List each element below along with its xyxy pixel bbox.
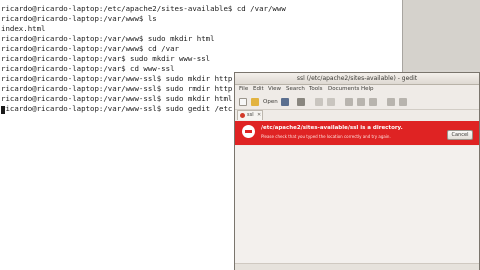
terminal-cursor [1, 106, 5, 114]
error-tab-icon [240, 113, 245, 118]
terminal-line: ricardo@ricardo-laptop:/var/www-ssl$ sud… [1, 84, 233, 93]
error-detail: Please check that you typed the location… [261, 134, 391, 139]
redo-icon[interactable] [327, 98, 335, 106]
gedit-window[interactable]: ssl (/etc/apache2/sites-available) - ged… [234, 72, 480, 270]
tab-label: ssl [247, 112, 254, 118]
replace-icon[interactable] [399, 98, 407, 106]
error-icon [242, 125, 255, 138]
search-icon[interactable] [387, 98, 395, 106]
menu-help[interactable]: Help [361, 85, 374, 94]
menubar: File Edit View Search Tools Documents He… [235, 85, 479, 94]
tab-ssl[interactable]: ssl ✕ [237, 110, 263, 120]
terminal-line: ricardo@ricardo-laptop:/var/www-ssl$ sud… [1, 94, 233, 103]
menu-view[interactable]: View [268, 85, 281, 94]
cancel-button[interactable]: Cancel [447, 130, 473, 140]
editor-area[interactable] [235, 146, 479, 263]
copy-icon[interactable] [357, 98, 365, 106]
toolbar: Open [235, 95, 479, 110]
desktop-background [403, 0, 480, 70]
terminal-line: ricardo@ricardo-laptop:/var/www$ cd /var [1, 44, 179, 53]
menu-tools[interactable]: Tools [309, 85, 323, 94]
status-bar [235, 263, 479, 270]
save-icon[interactable] [281, 98, 289, 106]
terminal-line: ricardo@ricardo-laptop:/var$ sudo mkdir … [1, 54, 211, 63]
error-title: /etc/apache2/sites-available/ssl is a di… [261, 125, 403, 131]
paste-icon[interactable] [369, 98, 377, 106]
terminal-line: index.html [1, 24, 46, 33]
cut-icon[interactable] [345, 98, 353, 106]
window-title: ssl (/etc/apache2/sites-available) - ged… [296, 75, 418, 82]
menu-edit[interactable]: Edit [253, 85, 264, 94]
close-icon[interactable]: ✕ [257, 111, 261, 120]
new-document-icon[interactable] [239, 98, 247, 106]
open-folder-icon[interactable] [251, 98, 259, 106]
menu-file[interactable]: File [239, 85, 248, 94]
tab-bar: ssl ✕ [235, 109, 479, 120]
window-titlebar[interactable]: ssl (/etc/apache2/sites-available) - ged… [235, 73, 479, 85]
terminal-line: ricardo@ricardo-laptop:/var/www-ssl$ sud… [1, 104, 233, 113]
error-infobar: /etc/apache2/sites-available/ssl is a di… [235, 121, 479, 145]
terminal-line: ricardo@ricardo-laptop:/var/www$ ls [1, 14, 157, 23]
open-button-label[interactable]: Open [263, 98, 278, 106]
undo-icon[interactable] [315, 98, 323, 106]
terminal-line: ricardo@ricardo-laptop:/var/www-ssl$ sud… [1, 74, 233, 83]
terminal-line: ricardo@ricardo-laptop:/var/www$ sudo mk… [1, 34, 215, 43]
print-icon[interactable] [297, 98, 305, 106]
menu-search[interactable]: Search [286, 85, 305, 94]
error-icon-bar [245, 130, 252, 133]
menu-documents[interactable]: Documents [328, 85, 359, 94]
terminal-line: ricardo@ricardo-laptop:/etc/apache2/site… [1, 4, 286, 13]
terminal-line: ricardo@ricardo-laptop:/var$ cd www-ssl [1, 64, 175, 73]
